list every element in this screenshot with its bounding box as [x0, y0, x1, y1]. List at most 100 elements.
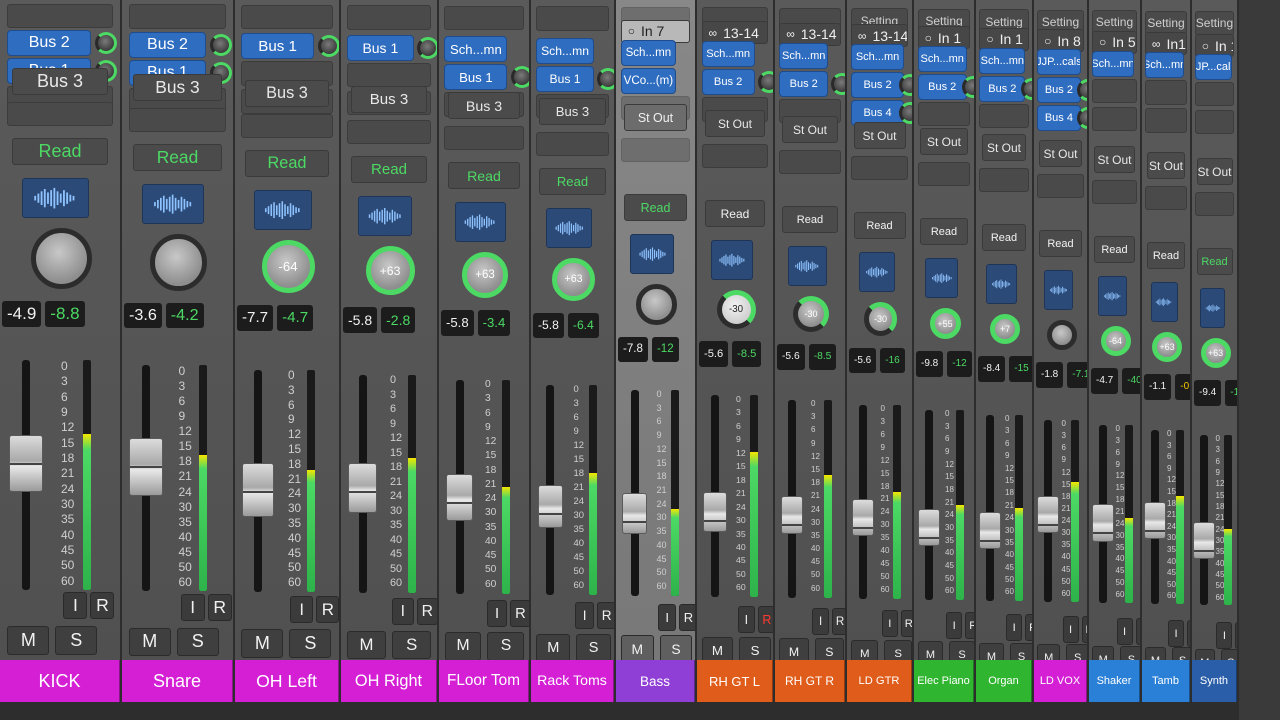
eq-thumbnail[interactable]	[358, 196, 413, 236]
solo-button[interactable]: S	[392, 630, 432, 660]
peak-value[interactable]: -12	[1225, 380, 1237, 406]
volume-value[interactable]: -5.6	[777, 344, 805, 370]
input-monitor-button[interactable]: I	[737, 606, 756, 634]
eq-thumbnail[interactable]	[253, 190, 312, 230]
empty-slot[interactable]	[1144, 80, 1188, 105]
send-level-knob[interactable]	[210, 33, 233, 56]
mute-button[interactable]: M	[128, 627, 171, 657]
output-slot[interactable]: St Out	[1196, 158, 1233, 186]
eq-thumbnail[interactable]	[986, 264, 1018, 304]
automation-mode[interactable]: Read	[245, 150, 329, 178]
send-slot-2[interactable]: Bus 2	[917, 74, 967, 100]
channel-name[interactable]: KICK	[0, 660, 120, 702]
peak-value[interactable]: -40	[1122, 368, 1140, 394]
eq-thumbnail[interactable]	[1098, 276, 1127, 316]
record-enable-button[interactable]: R	[1235, 622, 1237, 650]
eq-thumbnail[interactable]	[1043, 270, 1074, 310]
volume-fader[interactable]	[622, 492, 647, 535]
input-monitor-button[interactable]: I	[290, 596, 314, 624]
record-enable-button[interactable]: R	[510, 600, 529, 628]
record-enable-button[interactable]: R	[900, 610, 912, 638]
output-slot[interactable]: St Out	[920, 128, 968, 156]
group-slot[interactable]	[779, 150, 841, 175]
setting-slot[interactable]	[444, 5, 524, 31]
pan-knob[interactable]: -64	[261, 240, 315, 293]
output-slot[interactable]: Bus 3	[539, 98, 606, 126]
pan-knob[interactable]: -30	[863, 302, 898, 336]
output-slot[interactable]: St Out	[782, 116, 838, 144]
send-level-knob[interactable]	[95, 32, 118, 54]
send-level-knob[interactable]	[757, 71, 773, 94]
pan-knob[interactable]: -30	[716, 290, 756, 329]
volume-fader[interactable]	[918, 509, 941, 547]
group-slot[interactable]	[917, 162, 971, 187]
eq-thumbnail[interactable]	[787, 246, 827, 286]
volume-value[interactable]: -5.6	[699, 341, 729, 367]
peak-value[interactable]: -8.5	[808, 344, 837, 370]
channel-name[interactable]: RH GT R	[775, 660, 845, 702]
volume-fader[interactable]	[1193, 521, 1216, 560]
send-slot-2[interactable]: Bus 1	[444, 64, 508, 91]
peak-value[interactable]: -6.4	[567, 312, 599, 339]
eq-thumbnail[interactable]	[710, 240, 754, 280]
automation-mode[interactable]: Read	[12, 138, 108, 166]
volume-value[interactable]: -4.7	[1091, 368, 1119, 394]
group-slot[interactable]	[850, 156, 909, 181]
channel-name[interactable]: Rack Toms	[531, 660, 614, 702]
record-enable-button[interactable]: R	[207, 594, 232, 622]
automation-mode[interactable]: Read	[920, 218, 968, 246]
channel-name[interactable]: OH Right	[341, 660, 437, 702]
volume-fader[interactable]	[979, 511, 1002, 549]
record-enable-button[interactable]: R	[831, 608, 845, 636]
send-slot-1[interactable]: Sch...mn	[701, 41, 755, 68]
peak-value[interactable]: -3.4	[477, 310, 511, 336]
eq-thumbnail[interactable]	[1200, 288, 1226, 328]
eq-thumbnail[interactable]	[858, 252, 896, 292]
send-slot-1[interactable]: JJP...cals	[1194, 54, 1232, 80]
solo-button[interactable]: S	[55, 626, 98, 655]
output-slot[interactable]: St Out	[704, 110, 766, 138]
channel-name[interactable]: RH GT L	[697, 660, 773, 702]
group-slot[interactable]	[1037, 174, 1084, 199]
input-monitor-button[interactable]: I	[575, 602, 595, 630]
output-slot[interactable]: Bus 3	[350, 86, 428, 114]
volume-fader[interactable]	[445, 474, 474, 522]
send-slot-1[interactable]: Sch...mn	[917, 46, 967, 72]
volume-value[interactable]: -7.7	[237, 305, 274, 331]
pan-knob[interactable]: +63	[462, 252, 508, 298]
volume-fader[interactable]	[537, 485, 564, 529]
channel-name[interactable]: LD VOX	[1034, 660, 1087, 702]
group-slot[interactable]	[241, 114, 333, 139]
send-slot-1[interactable]: Sch...mn	[979, 47, 1026, 74]
mute-button[interactable]: M	[536, 633, 571, 663]
setting-slot[interactable]	[535, 6, 609, 31]
eq-thumbnail[interactable]	[141, 184, 205, 224]
solo-button[interactable]: S	[176, 627, 219, 657]
automation-mode[interactable]: Read	[1094, 236, 1135, 264]
output-slot[interactable]: St Out	[853, 122, 906, 150]
output-slot[interactable]: Bus 3	[448, 92, 520, 120]
peak-value[interactable]: -12	[651, 336, 679, 363]
send-level-knob[interactable]	[597, 68, 614, 90]
channel-name[interactable]: Bass	[616, 660, 695, 702]
volume-value[interactable]: -5.8	[343, 307, 378, 333]
peak-value[interactable]: -12	[947, 351, 972, 377]
automation-mode[interactable]: Read	[539, 168, 606, 196]
group-slot[interactable]	[7, 102, 113, 127]
empty-slot[interactable]	[979, 103, 1029, 129]
input-monitor-button[interactable]: I	[1168, 620, 1184, 648]
automation-mode[interactable]: Read	[448, 162, 520, 190]
input-monitor-button[interactable]: I	[658, 604, 677, 632]
record-enable-button[interactable]: R	[1081, 616, 1087, 644]
send-level-knob[interactable]	[1021, 77, 1032, 100]
output-slot[interactable]: Bus 3	[133, 74, 222, 102]
channel-name[interactable]: Shaker	[1089, 660, 1140, 702]
eq-thumbnail[interactable]	[1150, 282, 1178, 322]
input-monitor-button[interactable]: I	[946, 612, 963, 640]
send-slot-2[interactable]: Bus 2	[1037, 77, 1081, 104]
pan-knob[interactable]: -64	[1100, 326, 1131, 356]
empty-slot[interactable]	[1194, 82, 1235, 107]
send-slot-1[interactable]: Bus 2	[128, 31, 207, 58]
peak-value[interactable]: -2.8	[381, 307, 416, 333]
volume-fader[interactable]	[780, 496, 803, 534]
